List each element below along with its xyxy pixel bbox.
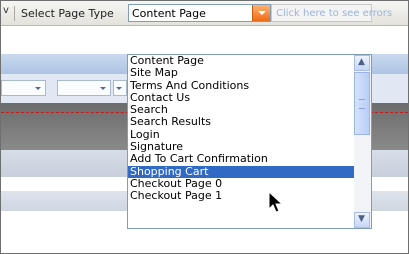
dropdown-option[interactable]: Content Page <box>128 55 354 67</box>
scrollbar-grip <box>359 99 365 109</box>
toolbar-separator <box>14 6 15 21</box>
chevron-up-icon: ▲ <box>358 57 365 67</box>
dropdown-option[interactable]: Site Map <box>128 67 354 79</box>
scrollbar-thumb[interactable] <box>354 72 370 135</box>
dropdown-option[interactable]: Login <box>128 129 354 141</box>
toolbar-truncated-text: v <box>3 5 9 16</box>
scroll-down-button[interactable]: ▼ <box>354 212 370 228</box>
page-type-toolbar: v Select Page Type Content Page Click he… <box>1 1 408 26</box>
dropdown-option[interactable]: Signature <box>128 141 354 153</box>
format-select-2[interactable] <box>57 80 111 96</box>
scroll-up-button[interactable]: ▲ <box>354 55 370 71</box>
page-type-dropdown-list[interactable]: Content Page Site Map Terms And Conditio… <box>127 54 372 229</box>
page-type-label: Select Page Type <box>21 7 114 20</box>
dropdown-option[interactable]: Terms And Conditions <box>128 80 354 92</box>
dropdown-scrollbar[interactable]: ▲ ▼ <box>354 55 371 228</box>
dropdown-option[interactable]: Checkout Page 1 <box>128 190 354 202</box>
dropdown-option[interactable]: Add To Cart Confirmation <box>128 153 354 165</box>
dropdown-options: Content Page Site Map Terms And Conditio… <box>128 55 354 203</box>
see-errors-link[interactable]: Click here to see errors <box>271 4 392 22</box>
page-type-select-value: Content Page <box>132 7 206 20</box>
mouse-pointer-icon <box>268 191 284 213</box>
chevron-down-icon: ▼ <box>358 214 365 224</box>
chevron-down-icon[interactable] <box>252 5 270 21</box>
dropdown-option-highlighted[interactable]: Shopping Cart <box>128 165 354 178</box>
dropdown-option[interactable]: Search <box>128 104 354 116</box>
format-select-3[interactable] <box>113 80 127 96</box>
dropdown-option[interactable]: Checkout Page 0 <box>128 178 354 190</box>
dropdown-option[interactable]: Contact Us <box>128 92 354 104</box>
page-type-select[interactable]: Content Page <box>128 4 271 22</box>
format-select-1[interactable] <box>1 80 46 96</box>
dropdown-option[interactable]: Search Results <box>128 116 354 128</box>
